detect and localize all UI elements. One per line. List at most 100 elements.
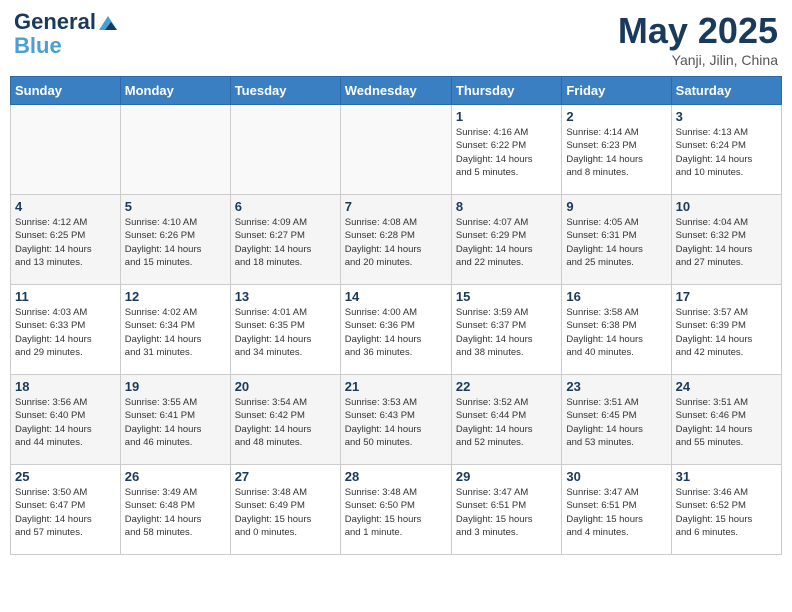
calendar-cell	[230, 105, 340, 195]
week-row-1: 1 Sunrise: 4:16 AMSunset: 6:22 PMDaylight…	[11, 105, 782, 195]
day-header-monday: Monday	[120, 77, 230, 105]
calendar-cell: 3 Sunrise: 4:13 AMSunset: 6:24 PMDaylight…	[671, 105, 781, 195]
calendar-cell: 20 Sunrise: 3:54 AMSunset: 6:42 PMDayligh…	[230, 375, 340, 465]
day-number: 16	[566, 289, 666, 304]
calendar-cell: 4Sunrise: 4:12 AMSunset: 6:25 PMDaylight…	[11, 195, 121, 285]
calendar-cell: 27 Sunrise: 3:48 AMSunset: 6:49 PMDayligh…	[230, 465, 340, 555]
day-info: Sunrise: 4:01 AMSunset: 6:35 PMDaylight:…	[235, 306, 336, 359]
day-info: Sunrise: 3:51 AMSunset: 6:46 PMDaylight:…	[676, 396, 777, 449]
day-number: 22	[456, 379, 557, 394]
day-number: 28	[345, 469, 447, 484]
day-number: 27	[235, 469, 336, 484]
day-number: 23	[566, 379, 666, 394]
day-number: 12	[125, 289, 226, 304]
logo: General Blue	[14, 10, 120, 58]
day-info: Sunrise: 3:54 AMSunset: 6:42 PMDaylight:…	[235, 396, 336, 449]
day-number: 6	[235, 199, 336, 214]
day-number: 21	[345, 379, 447, 394]
day-number: 30	[566, 469, 666, 484]
day-number: 5	[125, 199, 226, 214]
day-info: Sunrise: 3:56 AMSunset: 6:40 PMDaylight:…	[15, 396, 116, 449]
day-number: 7	[345, 199, 447, 214]
day-info: Sunrise: 3:55 AMSunset: 6:41 PMDaylight:…	[125, 396, 226, 449]
day-info: Sunrise: 3:57 AMSunset: 6:39 PMDaylight:…	[676, 306, 777, 359]
day-number: 13	[235, 289, 336, 304]
calendar-cell: 2Sunrise: 4:14 AMSunset: 6:23 PMDaylight…	[562, 105, 671, 195]
day-number: 29	[456, 469, 557, 484]
day-number: 1	[456, 109, 557, 124]
logo-text: General	[14, 10, 120, 34]
day-number: 19	[125, 379, 226, 394]
calendar-cell: 31Sunrise: 3:46 AMSunset: 6:52 PMDayligh…	[671, 465, 781, 555]
location: Yanji, Jilin, China	[618, 52, 778, 68]
day-info: Sunrise: 4:00 AMSunset: 6:36 PMDaylight:…	[345, 306, 447, 359]
day-number: 20	[235, 379, 336, 394]
calendar-header-row: SundayMondayTuesdayWednesdayThursdayFrid…	[11, 77, 782, 105]
day-number: 26	[125, 469, 226, 484]
day-header-sunday: Sunday	[11, 77, 121, 105]
day-number: 2	[566, 109, 666, 124]
calendar-cell	[120, 105, 230, 195]
day-info: Sunrise: 4:13 AMSunset: 6:24 PMDaylight:…	[676, 126, 777, 179]
day-info: Sunrise: 3:59 AMSunset: 6:37 PMDaylight:…	[456, 306, 557, 359]
calendar-cell: 28 Sunrise: 3:48 AMSunset: 6:50 PMDayligh…	[340, 465, 451, 555]
calendar-cell: 16 Sunrise: 3:58 AMSunset: 6:38 PMDayligh…	[562, 285, 671, 375]
day-number: 24	[676, 379, 777, 394]
calendar-cell: 29 Sunrise: 3:47 AMSunset: 6:51 PMDayligh…	[451, 465, 561, 555]
day-info: Sunrise: 4:16 AMSunset: 6:22 PMDaylight:…	[456, 126, 557, 179]
day-number: 17	[676, 289, 777, 304]
day-number: 15	[456, 289, 557, 304]
calendar-cell: 18 Sunrise: 3:56 AMSunset: 6:40 PMDayligh…	[11, 375, 121, 465]
calendar-cell	[340, 105, 451, 195]
day-number: 10	[676, 199, 777, 214]
calendar-cell: 13 Sunrise: 4:01 AMSunset: 6:35 PMDayligh…	[230, 285, 340, 375]
logo-blue: Blue	[14, 34, 120, 58]
day-info: Sunrise: 3:52 AMSunset: 6:44 PMDaylight:…	[456, 396, 557, 449]
day-number: 3	[676, 109, 777, 124]
day-number: 31	[676, 469, 777, 484]
calendar-cell: 21Sunrise: 3:53 AMSunset: 6:43 PMDayligh…	[340, 375, 451, 465]
title-block: May 2025 Yanji, Jilin, China	[618, 10, 778, 68]
day-info: Sunrise: 3:50 AMSunset: 6:47 PMDaylight:…	[15, 486, 116, 539]
day-info: Sunrise: 3:51 AMSunset: 6:45 PMDaylight:…	[566, 396, 666, 449]
day-number: 18	[15, 379, 116, 394]
calendar-cell: 23 Sunrise: 3:51 AMSunset: 6:45 PMDayligh…	[562, 375, 671, 465]
day-info: Sunrise: 4:10 AMSunset: 6:26 PMDaylight:…	[125, 216, 226, 269]
calendar-cell: 26 Sunrise: 3:49 AMSunset: 6:48 PMDayligh…	[120, 465, 230, 555]
day-header-friday: Friday	[562, 77, 671, 105]
calendar-cell: 14Sunrise: 4:00 AMSunset: 6:36 PMDayligh…	[340, 285, 451, 375]
calendar-cell: 9Sunrise: 4:05 AMSunset: 6:31 PMDaylight…	[562, 195, 671, 285]
day-header-tuesday: Tuesday	[230, 77, 340, 105]
week-row-5: 25 Sunrise: 3:50 AMSunset: 6:47 PMDayligh…	[11, 465, 782, 555]
month-title: May 2025	[618, 10, 778, 52]
day-header-thursday: Thursday	[451, 77, 561, 105]
calendar-cell: 10 Sunrise: 4:04 AMSunset: 6:32 PMDayligh…	[671, 195, 781, 285]
calendar-cell: 25 Sunrise: 3:50 AMSunset: 6:47 PMDayligh…	[11, 465, 121, 555]
calendar-cell: 19 Sunrise: 3:55 AMSunset: 6:41 PMDayligh…	[120, 375, 230, 465]
calendar-cell: 12 Sunrise: 4:02 AMSunset: 6:34 PMDayligh…	[120, 285, 230, 375]
day-info: Sunrise: 4:04 AMSunset: 6:32 PMDaylight:…	[676, 216, 777, 269]
calendar-cell: 30Sunrise: 3:47 AMSunset: 6:51 PMDayligh…	[562, 465, 671, 555]
day-number: 4	[15, 199, 116, 214]
calendar-cell: 1 Sunrise: 4:16 AMSunset: 6:22 PMDaylight…	[451, 105, 561, 195]
day-info: Sunrise: 3:48 AMSunset: 6:50 PMDaylight:…	[345, 486, 447, 539]
week-row-2: 4Sunrise: 4:12 AMSunset: 6:25 PMDaylight…	[11, 195, 782, 285]
day-info: Sunrise: 3:58 AMSunset: 6:38 PMDaylight:…	[566, 306, 666, 359]
logo-icon	[97, 12, 119, 34]
calendar-cell: 22 Sunrise: 3:52 AMSunset: 6:44 PMDayligh…	[451, 375, 561, 465]
day-info: Sunrise: 3:48 AMSunset: 6:49 PMDaylight:…	[235, 486, 336, 539]
day-header-wednesday: Wednesday	[340, 77, 451, 105]
calendar-cell: 11Sunrise: 4:03 AMSunset: 6:33 PMDayligh…	[11, 285, 121, 375]
day-info: Sunrise: 4:08 AMSunset: 6:28 PMDaylight:…	[345, 216, 447, 269]
calendar-cell: 15 Sunrise: 3:59 AMSunset: 6:37 PMDayligh…	[451, 285, 561, 375]
day-number: 8	[456, 199, 557, 214]
day-info: Sunrise: 3:49 AMSunset: 6:48 PMDaylight:…	[125, 486, 226, 539]
day-number: 25	[15, 469, 116, 484]
day-info: Sunrise: 4:09 AMSunset: 6:27 PMDaylight:…	[235, 216, 336, 269]
day-info: Sunrise: 4:02 AMSunset: 6:34 PMDaylight:…	[125, 306, 226, 359]
calendar-cell	[11, 105, 121, 195]
day-number: 9	[566, 199, 666, 214]
day-info: Sunrise: 3:47 AMSunset: 6:51 PMDaylight:…	[456, 486, 557, 539]
calendar-body: 1 Sunrise: 4:16 AMSunset: 6:22 PMDaylight…	[11, 105, 782, 555]
day-info: Sunrise: 4:03 AMSunset: 6:33 PMDaylight:…	[15, 306, 116, 359]
